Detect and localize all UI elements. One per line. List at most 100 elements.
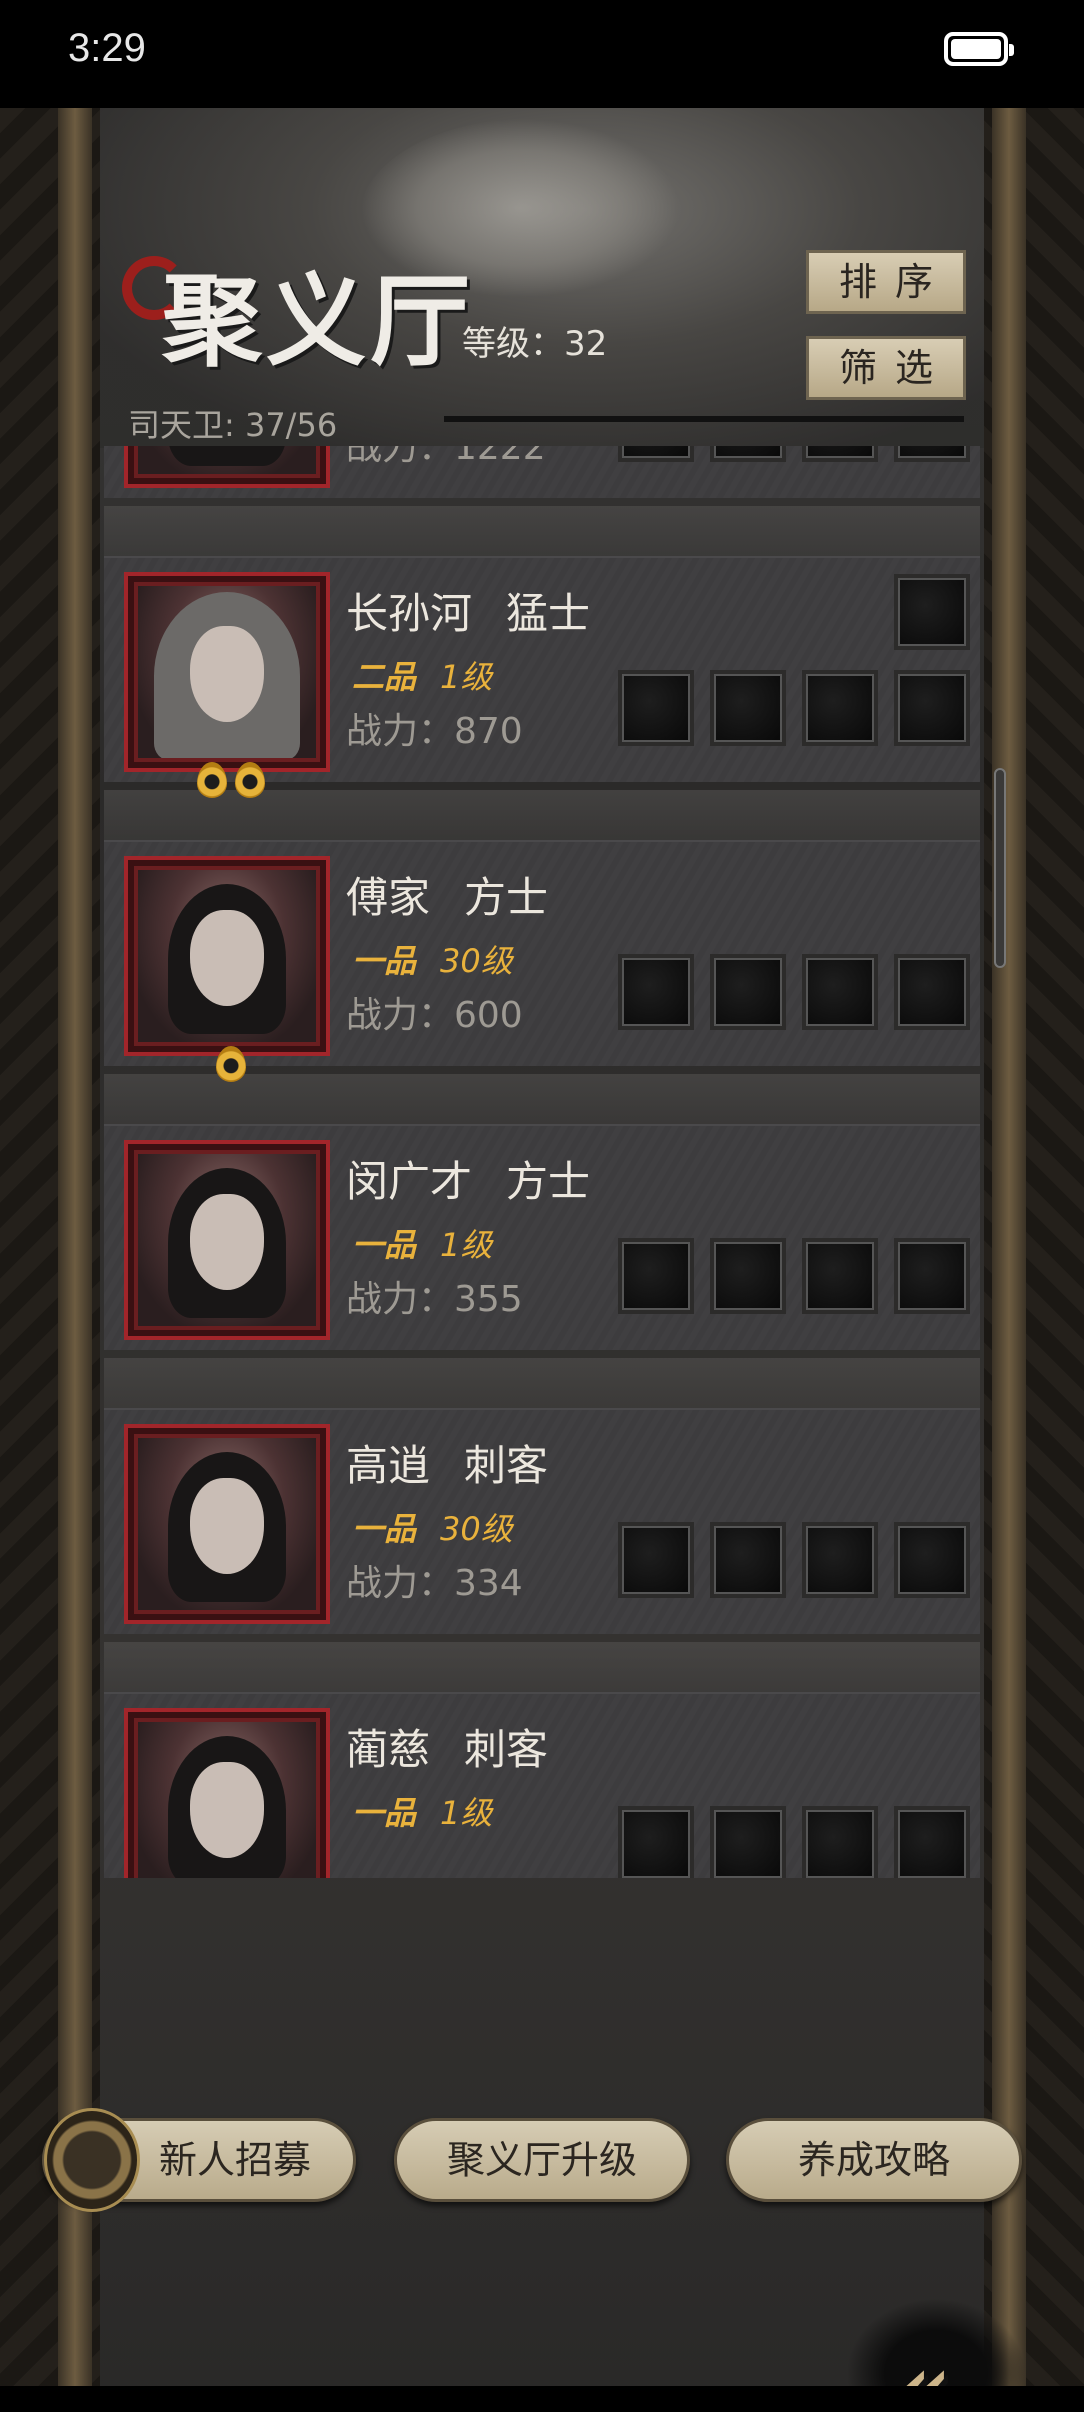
hero-card[interactable]: 傅家 方士一品 30级战力：600	[104, 840, 980, 1082]
equipment-slot[interactable]	[894, 670, 970, 746]
hero-portrait-frame[interactable]	[124, 572, 330, 798]
filter-button[interactable]: 筛选	[806, 336, 966, 400]
hero-level: 30级	[440, 1510, 513, 1548]
hero-name: 傅家	[346, 873, 431, 922]
hero-portrait-frame[interactable]	[124, 1708, 330, 1878]
hero-name-line: 傅家 方士	[346, 864, 548, 925]
equipment-slot[interactable]	[802, 1522, 878, 1598]
hero-power: 战力：1222	[346, 446, 546, 468]
battery-level	[951, 39, 1001, 59]
hero-class: 刺客	[464, 1441, 549, 1490]
equipment-slot[interactable]	[802, 1238, 878, 1314]
hero-grade-line: 一品 1级	[352, 1788, 492, 1834]
equipment-slot[interactable]	[618, 1806, 694, 1878]
hero-portrait-frame[interactable]	[124, 1140, 330, 1340]
equipment-slot[interactable]	[894, 446, 970, 462]
sort-button[interactable]: 排序	[806, 250, 966, 314]
equipment-slot[interactable]	[894, 954, 970, 1030]
extra-equipment-slot[interactable]	[894, 574, 970, 650]
portrait-face	[190, 1478, 264, 1574]
hall-level: 等级：32	[462, 324, 608, 364]
hero-card[interactable]: 二品60级战力：1222	[104, 446, 980, 498]
equipment-slot[interactable]	[802, 446, 878, 462]
portrait-face	[190, 626, 264, 722]
equipment-slot[interactable]	[894, 1806, 970, 1878]
hero-name: 高逍	[346, 1441, 431, 1490]
guard-count: 司天卫: 37/56	[128, 406, 338, 444]
equipment-slot[interactable]	[802, 1806, 878, 1878]
hero-grade-line: 一品 30级	[352, 936, 513, 982]
hero-power: 战力：870	[346, 711, 523, 752]
hero-power: 战力：355	[346, 1279, 523, 1320]
equipment-slot[interactable]	[618, 954, 694, 1030]
hero-level: 30级	[440, 942, 513, 980]
hero-grade: 二品	[352, 658, 417, 696]
hero-list[interactable]: 二品60级战力：1222长孙河猛士二品1级战力：870傅家方士一品30级战力：6…	[104, 446, 984, 1878]
portrait-hair	[168, 446, 286, 466]
equipment-slot[interactable]	[618, 1522, 694, 1598]
hero-name-line: 蔺慈 刺客	[346, 1716, 548, 1777]
equipment-slot[interactable]	[710, 1806, 786, 1878]
equipment-slot[interactable]	[894, 1522, 970, 1598]
hero-card[interactable]: 闵广才 方士一品 1级战力：355	[104, 1124, 980, 1350]
hero-grade-line: 一品 30级	[352, 1504, 513, 1550]
hero-portrait-frame[interactable]	[124, 1424, 330, 1624]
gem-icon	[216, 1046, 246, 1082]
left-frame	[0, 108, 100, 2386]
equipment-slot[interactable]	[710, 954, 786, 1030]
hero-card[interactable]: 长孙河 猛士二品 1级战力：870	[104, 556, 980, 798]
hero-portrait	[138, 870, 316, 1042]
equipment-slot[interactable]	[802, 954, 878, 1030]
hero-portrait	[138, 586, 316, 758]
hero-level: 1级	[440, 1226, 493, 1264]
hero-grade: 一品	[352, 1226, 417, 1264]
hero-class: 猛士	[506, 589, 591, 638]
hall-screen: 聚义厅 等级：32 司天卫: 37/56 排序 筛选 二品60级战力：1222 长…	[0, 108, 1084, 2386]
equipment-slot[interactable]	[710, 446, 786, 462]
equipment-slot[interactable]	[710, 1522, 786, 1598]
list-scrollbar[interactable]	[994, 768, 1006, 968]
hero-name-line: 高逍 刺客	[346, 1432, 548, 1493]
left-pillar	[58, 108, 92, 2386]
hero-level: 1级	[440, 1794, 493, 1832]
hero-portrait-frame[interactable]	[124, 856, 330, 1082]
equipment-slot[interactable]	[618, 670, 694, 746]
navigation-bar	[0, 2386, 1084, 2412]
hero-power: 战力：600	[346, 995, 523, 1036]
hero-grade: 一品	[352, 1510, 417, 1548]
star-gems	[128, 1046, 334, 1086]
hero-class: 刺客	[464, 1725, 549, 1774]
portrait-face	[190, 910, 264, 1006]
equipment-slot[interactable]	[802, 670, 878, 746]
double-chevron-left-icon[interactable]: ‹‹	[878, 2322, 958, 2386]
back-button-background	[846, 2298, 1026, 2386]
equipment-slot[interactable]	[618, 1238, 694, 1314]
training-guide-button[interactable]: 养成攻略	[726, 2118, 1022, 2202]
equipment-slot[interactable]	[710, 670, 786, 746]
header-divider	[444, 416, 964, 422]
portrait-face	[190, 1194, 264, 1290]
hero-portrait	[138, 446, 316, 474]
hero-name: 蔺慈	[346, 1725, 431, 1774]
hall-upgrade-button[interactable]: 聚义厅升级	[394, 2118, 690, 2202]
equipment-slot[interactable]	[894, 1238, 970, 1314]
battery-icon	[944, 32, 1014, 66]
hero-power: 战力：334	[346, 1563, 523, 1604]
equipment-slot[interactable]	[618, 446, 694, 462]
hero-portrait-frame[interactable]	[124, 446, 330, 488]
recruit-badge-icon[interactable]	[44, 2108, 140, 2212]
status-bar: 3:29	[0, 0, 1084, 108]
equipment-slot[interactable]	[710, 1238, 786, 1314]
hero-name: 闵广才	[346, 1157, 473, 1206]
hero-class: 方士	[464, 873, 549, 922]
hero-card[interactable]: 蔺慈 刺客一品 1级	[104, 1692, 980, 1878]
hero-portrait	[138, 1722, 316, 1878]
hero-name: 长孙河	[346, 589, 473, 638]
right-pillar	[992, 108, 1026, 2386]
hero-name-line: 长孙河 猛士	[346, 580, 590, 641]
hero-class: 方士	[506, 1157, 591, 1206]
hero-level: 1级	[440, 658, 493, 696]
status-time: 3:29	[68, 26, 146, 70]
hero-card[interactable]: 高逍 刺客一品 30级战力：334	[104, 1408, 980, 1634]
hero-grade-line: 二品 1级	[352, 652, 492, 698]
